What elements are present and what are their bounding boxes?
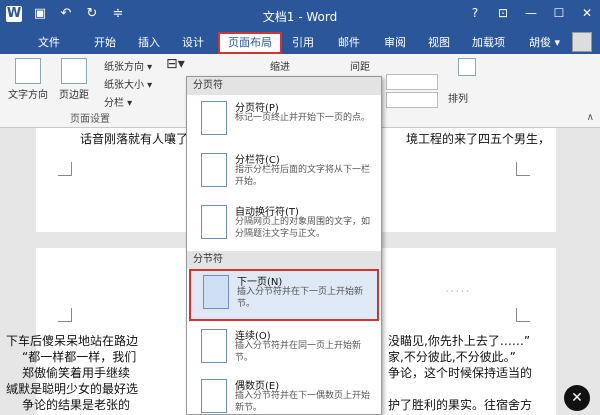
- section-breaks-header: 分节符: [187, 251, 381, 269]
- tab-file[interactable]: 文件: [30, 32, 68, 54]
- help-button[interactable]: ?: [468, 6, 482, 20]
- menu-item-desc: 分隔网页上的对象周围的文字，如分隔题注文字与正文。: [235, 217, 371, 239]
- menu-item-desc: 标记一页终止并开始下一页的点。: [235, 113, 371, 123]
- tab-review[interactable]: 审阅: [376, 32, 414, 54]
- ribbon-display-button[interactable]: ⊡: [496, 6, 510, 20]
- menu-item-continuous[interactable]: 连续(O) 插入分节符并在同一页上开始新节。: [189, 325, 379, 371]
- menu-item-column-break[interactable]: 分栏符(C) 指示分栏符后面的文字将从下一栏开始。: [189, 149, 379, 197]
- page2-line-5: 争论的结果是老张的: [22, 398, 131, 412]
- margins-button[interactable]: 页边距: [54, 58, 94, 101]
- arrange-label[interactable]: 排列: [448, 90, 468, 105]
- page2-line-5-right: 护了胜利的果实。往宿舍方: [388, 398, 533, 412]
- column-break-icon: [201, 153, 227, 187]
- orientation-button[interactable]: 纸张方向 ▾: [104, 58, 152, 73]
- page-break-icon: [201, 101, 227, 135]
- menu-item-even-page[interactable]: 偶数页(E) 插入分节符并在下一偶数页上开始新节。: [189, 375, 379, 414]
- text-direction-label: 文字方向: [8, 90, 48, 101]
- ribbon-tabs: 文件 开始 插入 设计 页面布局 引用 邮件 审阅 视图 加载项 胡俊 ▾: [0, 30, 600, 54]
- tab-home[interactable]: 开始: [86, 32, 124, 54]
- crop-mark: [58, 162, 72, 176]
- text-direction-icon: [15, 58, 41, 84]
- crop-mark: [516, 308, 530, 322]
- spacing-label: 间距: [350, 62, 370, 73]
- page2-line-2-right: 家,不分彼此,不分彼此。”: [388, 350, 516, 364]
- even-page-icon: [201, 379, 227, 413]
- close-icon[interactable]: ✕: [564, 385, 590, 411]
- columns-button[interactable]: 分栏 ▾: [104, 94, 132, 109]
- menu-item-page-break[interactable]: 分页符(P) 标记一页终止并开始下一页的点。: [189, 97, 379, 145]
- page2-line-3: 郑傲偷笑着用手继续: [22, 366, 131, 380]
- breaks-button[interactable]: ⊟▾: [166, 56, 185, 72]
- avatar[interactable]: [572, 32, 592, 52]
- page-breaks-header: 分页符: [187, 77, 381, 95]
- tab-mailings[interactable]: 邮件: [330, 32, 368, 54]
- page1-text-right: 境工程的来了四五个男生，: [406, 132, 551, 146]
- tab-page-layout[interactable]: 页面布局: [218, 32, 282, 54]
- blurred-text: ·····: [445, 285, 471, 300]
- menu-item-next-page[interactable]: 下一页(N) 插入分节符并在下一页上开始新节。: [189, 269, 379, 321]
- window-controls: ? ⊡ — ☐ ✕: [468, 6, 594, 20]
- text-wrapping-icon: [201, 205, 227, 239]
- tab-insert[interactable]: 插入: [130, 32, 168, 54]
- text-direction-button[interactable]: 文字方向: [6, 58, 50, 101]
- crop-mark: [58, 308, 72, 322]
- page1-text-left: 话音刚落就有人嚷了: [80, 132, 189, 146]
- page2-line-1: 下车后傻呆呆地站在路边: [6, 334, 139, 348]
- arrange-button[interactable]: [452, 58, 482, 78]
- spacing-before-field[interactable]: [386, 74, 438, 90]
- menu-item-desc: 插入分节符并在下一偶数页上开始新节。: [235, 391, 371, 413]
- menu-item-desc: 指示分栏符后面的文字将从下一栏开始。: [235, 165, 371, 187]
- spacing-after-field[interactable]: [386, 92, 438, 108]
- tab-addins[interactable]: 加载项: [464, 32, 513, 54]
- collapse-ribbon-icon[interactable]: ∧: [587, 112, 594, 123]
- maximize-button[interactable]: ☐: [552, 6, 566, 20]
- page2-line-3-right: 争论，这个时候保持适当的: [388, 366, 533, 380]
- tab-design[interactable]: 设计: [174, 32, 212, 54]
- menu-item-desc: 插入分节符并在同一页上开始新节。: [235, 341, 362, 363]
- minimize-button[interactable]: —: [524, 6, 538, 20]
- page2-line-2: “都一样都一样，我们: [22, 350, 137, 364]
- tab-references[interactable]: 引用: [284, 32, 322, 54]
- menu-item-desc: 插入分节符并在下一页上开始新节。: [237, 287, 364, 309]
- title-bar: W ▣ ↶ ↻ ≑ 文档1 - Word ? ⊡ — ☐ ✕: [0, 0, 600, 30]
- menu-item-text-wrapping[interactable]: 自动换行符(T) 分隔网页上的对象周围的文字，如分隔题注文字与正文。: [189, 201, 379, 249]
- page2-line-4: 缄默是聪明少女的最好选: [6, 382, 139, 396]
- continuous-icon: [201, 329, 227, 363]
- group-page-setup: 页面设置: [70, 114, 110, 125]
- margins-label: 页边距: [59, 90, 89, 101]
- size-button[interactable]: 纸张大小 ▾: [104, 76, 152, 91]
- margins-icon: [61, 58, 87, 84]
- next-page-icon: [203, 275, 229, 309]
- crop-mark: [516, 162, 530, 176]
- page2-line-1-right: 没瞄见,你先扑上去了……”: [388, 334, 531, 348]
- user-name[interactable]: 胡俊 ▾: [529, 34, 560, 50]
- tab-view[interactable]: 视图: [420, 32, 458, 54]
- breaks-dropdown: 分页符 分页符(P) 标记一页终止并开始下一页的点。 分栏符(C) 指示分栏符后…: [186, 76, 382, 415]
- arrange-icon: [458, 58, 476, 76]
- indent-label: 缩进: [270, 62, 290, 73]
- close-button[interactable]: ✕: [580, 6, 594, 20]
